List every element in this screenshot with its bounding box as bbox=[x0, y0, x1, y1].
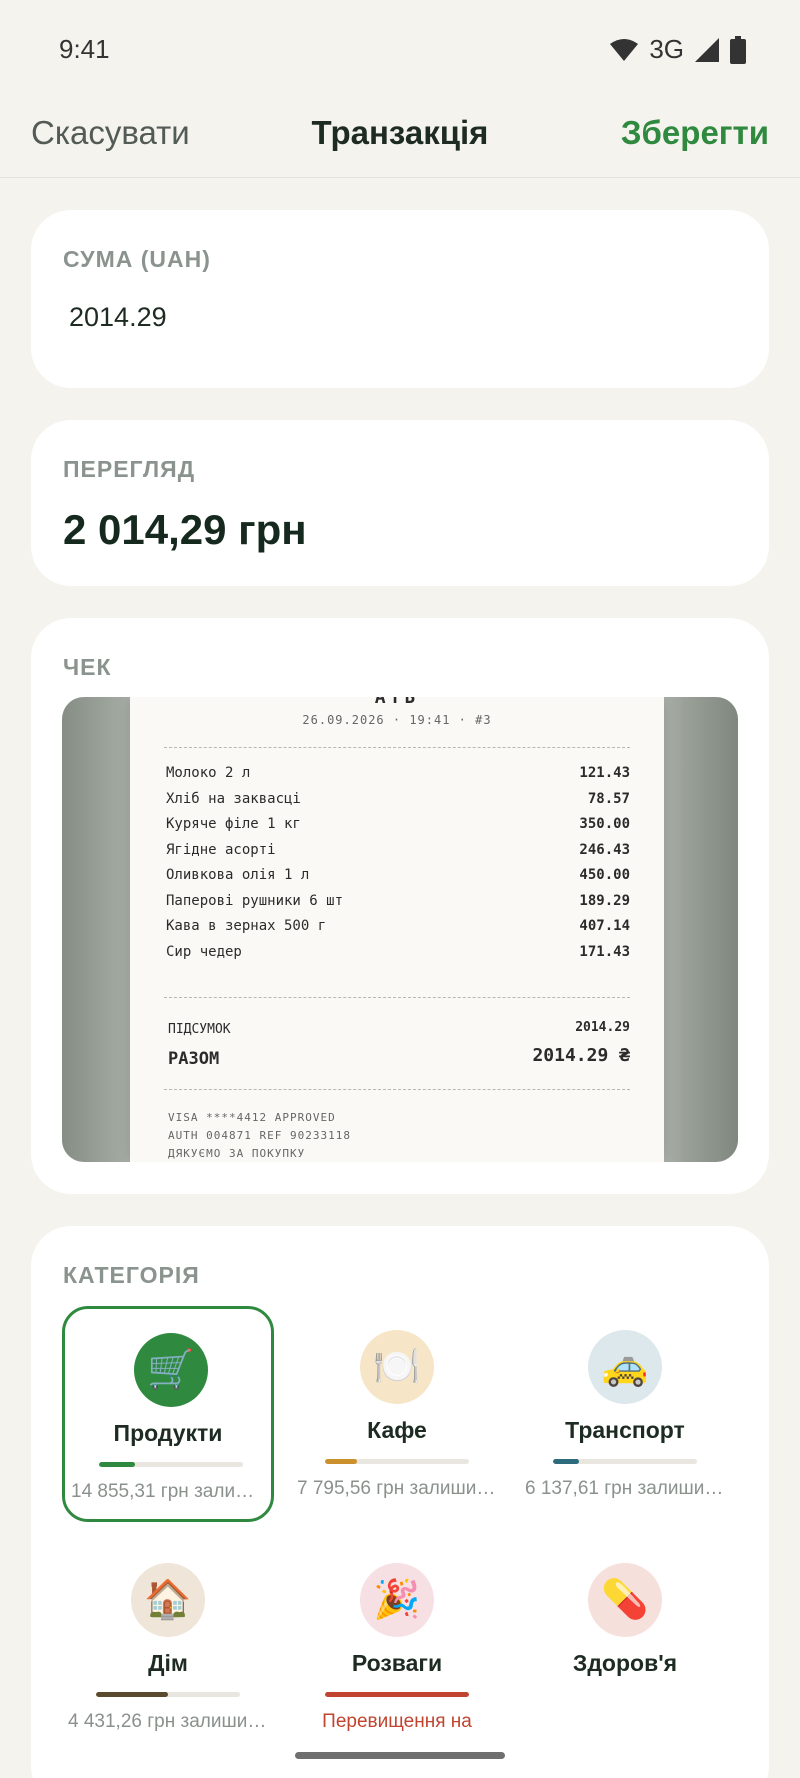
category-budget-text: Перевищення на bbox=[322, 1711, 472, 1732]
receipt-footer-line: VISA ****4412 APPROVED bbox=[168, 1111, 336, 1124]
budget-progress-bar bbox=[325, 1459, 469, 1464]
budget-progress-bar bbox=[325, 1692, 469, 1697]
party-icon: 🎉 bbox=[360, 1563, 434, 1637]
receipt-shop: АТБ bbox=[374, 697, 420, 708]
receipt-item-name: Молоко 2 л bbox=[166, 765, 251, 781]
wifi-icon bbox=[610, 38, 639, 61]
preview-label: ПЕРЕГЛЯД bbox=[63, 456, 196, 482]
receipt-item-name: Кава в зернах 500 г bbox=[166, 918, 327, 934]
preview-value: 2 014,29 грн bbox=[63, 506, 307, 553]
category-budget-text: 4 431,26 грн залишилось bbox=[68, 1711, 268, 1732]
category-tile[interactable]: 🏠 Дім 4 431,26 грн залишилось bbox=[62, 1539, 274, 1755]
receipt-total: РАЗОМ 2014.29 ₴ bbox=[168, 1045, 630, 1069]
amount-label: СУМА (UAH) bbox=[63, 246, 211, 272]
category-tile[interactable]: 🚕 Транспорт 6 137,61 грн залишилось bbox=[519, 1306, 731, 1522]
category-budget-text: 7 795,56 грн залишилось bbox=[297, 1478, 497, 1499]
amount-card: СУМА (UAH) bbox=[31, 210, 769, 388]
receipt-item-price: 246.43 bbox=[579, 841, 630, 858]
divider bbox=[164, 747, 630, 748]
receipt-label: ЧЕК bbox=[63, 654, 112, 680]
budget-progress-fill bbox=[99, 1462, 135, 1467]
receipt-footer-line: ДЯКУЄМО ЗА ПОКУПКУ bbox=[168, 1147, 306, 1160]
save-button[interactable]: Зберегти bbox=[621, 114, 769, 152]
receipt-item-price: 350.00 bbox=[579, 816, 630, 832]
budget-progress-fill bbox=[325, 1692, 469, 1697]
network-type: 3G bbox=[649, 34, 684, 64]
pill-icon: 💊 bbox=[588, 1563, 662, 1637]
category-name: Здоров'я bbox=[572, 1650, 678, 1676]
receipt-item-name: Хліб на заквасці bbox=[166, 790, 301, 807]
receipt-item: Сир чедер 171.43 bbox=[166, 944, 630, 966]
total-label: РАЗОМ bbox=[168, 1049, 220, 1069]
preview-card: ПЕРЕГЛЯД 2 014,29 грн bbox=[31, 420, 769, 586]
receipt-item-price: 121.43 bbox=[579, 765, 630, 781]
status-icons: 3G bbox=[609, 34, 746, 65]
receipt-item: Кава в зернах 500 г 407.14 bbox=[166, 918, 630, 940]
receipt-paper: АТБ 26.09.2026 · 19:41 · #3 Молоко 2 л 12… bbox=[130, 697, 664, 1162]
receipt-meta: 26.09.2026 · 19:41 · #3 bbox=[302, 713, 492, 727]
category-name: Розваги bbox=[351, 1650, 443, 1676]
cart-icon: 🛒 bbox=[134, 1333, 208, 1407]
top-app-bar: Скасувати Транзакція Зберегти bbox=[0, 100, 800, 178]
plate-icon: 🍽️ bbox=[360, 1330, 434, 1404]
receipt-item-price: 189.29 bbox=[579, 892, 630, 909]
receipt-item-price: 78.57 bbox=[587, 790, 630, 807]
subtotal-label: ПІДСУМОК bbox=[168, 1022, 231, 1037]
status-bar: 9:41 3G bbox=[0, 0, 800, 100]
category-card: КАТЕГОРІЯ 🛒 Продукти 14 855,31 грн залишил… bbox=[31, 1226, 769, 1778]
receipt-item: Молоко 2 л 121.43 bbox=[166, 765, 630, 787]
battery-icon bbox=[730, 35, 746, 64]
divider bbox=[164, 1089, 630, 1090]
category-name: Дім bbox=[148, 1650, 188, 1676]
receipt-item: Оливкова олія 1 л 450.00 bbox=[166, 867, 630, 889]
receipt-card: ЧЕК АТБ 26.09.2026 · 19:41 · #3 Молоко 2… bbox=[31, 618, 769, 1194]
signal-icon bbox=[695, 37, 719, 62]
receipt-item-name: Паперові рушники 6 шт bbox=[166, 892, 344, 909]
receipt-item-price: 171.43 bbox=[579, 943, 630, 960]
category-tile[interactable]: 🎉 Розваги Перевищення на bbox=[291, 1539, 503, 1755]
budget-progress-fill bbox=[96, 1692, 168, 1697]
category-name: Транспорт bbox=[565, 1417, 685, 1443]
status-time: 9:41 bbox=[59, 34, 110, 64]
house-icon: 🏠 bbox=[131, 1563, 205, 1637]
budget-progress-bar bbox=[553, 1459, 697, 1464]
amount-input[interactable] bbox=[69, 302, 669, 333]
home-indicator[interactable] bbox=[295, 1752, 505, 1759]
receipt-item-name: Оливкова олія 1 л bbox=[166, 867, 310, 883]
category-tile[interactable]: 💊 Здоров'я bbox=[519, 1539, 731, 1755]
category-budget-text: 14 855,31 грн залишилось bbox=[71, 1481, 265, 1502]
category-name: Продукти bbox=[113, 1420, 223, 1446]
subtotal-value: 2014.29 bbox=[575, 1020, 630, 1035]
total-value: 2014.29 ₴ bbox=[532, 1045, 630, 1066]
receipt-item-name: Куряче філе 1 кг bbox=[166, 816, 301, 832]
receipt-subtotal: ПІДСУМОК 2014.29 bbox=[168, 1020, 630, 1037]
divider bbox=[164, 997, 630, 998]
receipt-item: Хліб на заквасці 78.57 bbox=[166, 791, 630, 813]
receipt-item-price: 450.00 bbox=[579, 867, 630, 883]
receipt-item: Паперові рушники 6 шт 189.29 bbox=[166, 893, 630, 915]
budget-progress-bar bbox=[96, 1692, 240, 1697]
category-budget-text: 6 137,61 грн залишилось bbox=[525, 1478, 725, 1499]
budget-progress-fill bbox=[325, 1459, 357, 1464]
receipt-footer-line: AUTH 004871 REF 90233118 bbox=[168, 1129, 351, 1142]
category-tile[interactable]: 🛒 Продукти 14 855,31 грн залишилось bbox=[62, 1306, 274, 1522]
category-label: КАТЕГОРІЯ bbox=[63, 1262, 200, 1288]
receipt-item-name: Сир чедер bbox=[166, 943, 242, 960]
receipt-item: Куряче філе 1 кг 350.00 bbox=[166, 816, 630, 838]
category-tile[interactable]: 🍽️ Кафе 7 795,56 грн залишилось bbox=[291, 1306, 503, 1522]
budget-progress-bar bbox=[99, 1462, 243, 1467]
receipt-photo[interactable]: АТБ 26.09.2026 · 19:41 · #3 Молоко 2 л 12… bbox=[62, 697, 738, 1162]
receipt-item-name: Ягідне асорті bbox=[166, 841, 276, 858]
receipt-item: Ягідне асорті 246.43 bbox=[166, 842, 630, 864]
receipt-item-price: 407.14 bbox=[579, 918, 630, 934]
budget-progress-fill bbox=[553, 1459, 579, 1464]
taxi-icon: 🚕 bbox=[588, 1330, 662, 1404]
category-name: Кафе bbox=[367, 1417, 427, 1443]
